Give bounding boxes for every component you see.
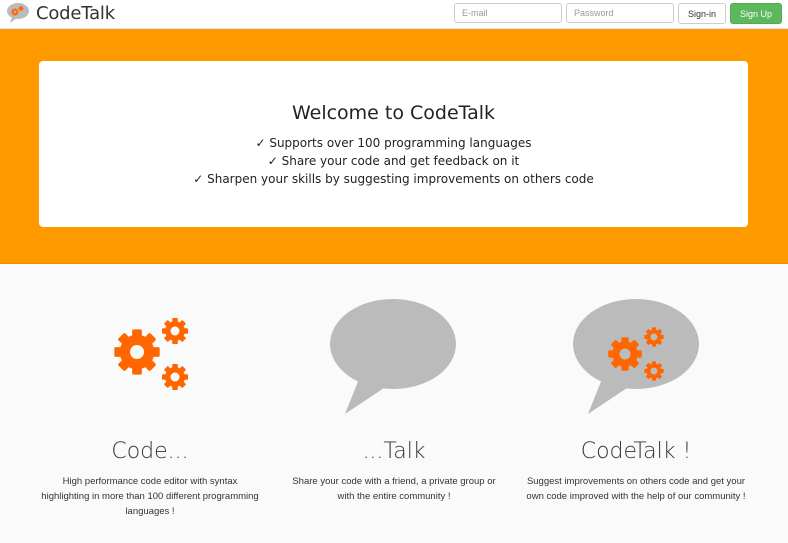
welcome-title: Welcome to CodeTalk bbox=[291, 102, 496, 124]
speech-bubble-gears-icon bbox=[573, 299, 699, 414]
signin-button[interactable]: Sign-in bbox=[677, 3, 726, 24]
features-section: Code... High performance code editor wit… bbox=[0, 264, 788, 543]
speech-bubble-icon bbox=[330, 299, 456, 414]
feature-item: ✓ Sharpen your skills by suggesting impr… bbox=[193, 172, 594, 186]
feature-column-codetalk: CodeTalk ! Suggest improvements on other… bbox=[511, 264, 761, 504]
column-description: High performance code editor with syntax… bbox=[41, 476, 259, 517]
welcome-card: Welcome to CodeTalk ✓ Supports over 100 … bbox=[39, 61, 748, 227]
feature-column-talk: ...Talk Share your code with a friend, a… bbox=[269, 264, 519, 504]
gears-icon bbox=[114, 317, 189, 391]
password-field[interactable] bbox=[565, 3, 674, 23]
column-title: ...Talk bbox=[362, 439, 426, 464]
feature-item: ✓ Supports over 100 programming language… bbox=[255, 136, 532, 150]
column-title: CodeTalk ! bbox=[580, 439, 692, 464]
feature-item: ✓ Share your code and get feedback on it bbox=[267, 154, 520, 168]
column-description: Suggest improvements on others code and … bbox=[526, 476, 746, 502]
column-description: Share your code with a friend, a private… bbox=[292, 476, 496, 502]
navbar: CodeTalk Sign-in Sign Up bbox=[0, 0, 788, 29]
hero-banner: Welcome to CodeTalk ✓ Supports over 100 … bbox=[0, 29, 788, 264]
email-field[interactable] bbox=[453, 3, 562, 23]
brand-name: CodeTalk bbox=[36, 2, 115, 24]
signup-button[interactable]: Sign Up bbox=[729, 3, 782, 24]
feature-column-code: Code... High performance code editor wit… bbox=[25, 264, 275, 519]
login-form: Sign-in Sign Up bbox=[453, 3, 782, 24]
column-title: Code... bbox=[111, 439, 189, 464]
brand[interactable]: CodeTalk bbox=[6, 2, 115, 24]
speech-bubble-gears-icon bbox=[7, 3, 29, 23]
